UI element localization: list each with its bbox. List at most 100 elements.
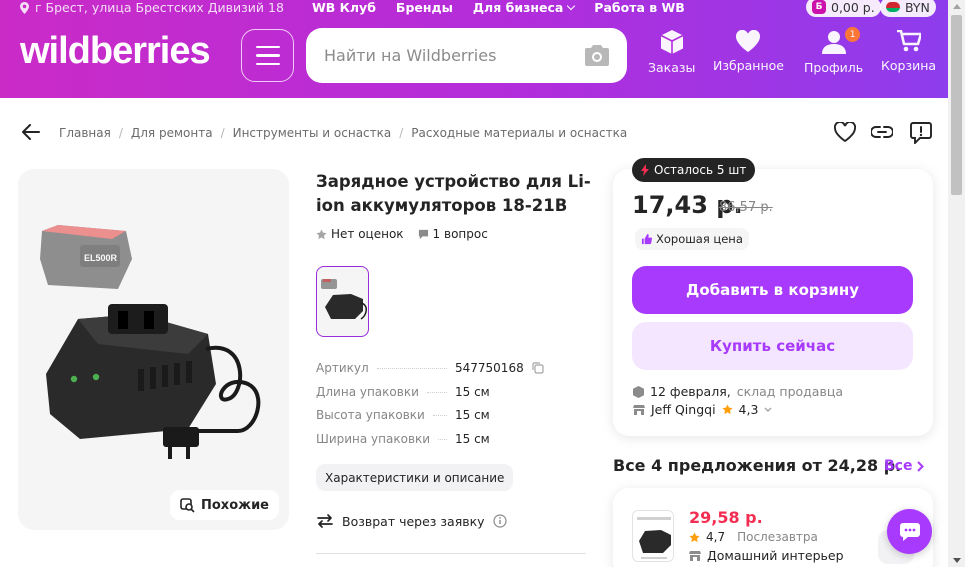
offer-seller: Домашний интерьер (689, 548, 844, 563)
top-links: WB Клуб Бренды Для бизнеса Работа в WB (312, 0, 685, 15)
spec-row: Высота упаковки 15 см (316, 408, 586, 432)
site-header: г Брест, улица Брестских Дивизий 18 WB К… (0, 0, 948, 98)
breadcrumb-item[interactable]: Для ремонта (131, 126, 213, 140)
info-icon[interactable] (492, 514, 507, 528)
star-icon (316, 228, 327, 239)
offer-price: 29,58 р. (689, 508, 763, 527)
spec-value-cell: 547750168 (455, 361, 544, 375)
location-pin-icon (20, 1, 29, 14)
spec-value: 547750168 (455, 361, 524, 375)
breadcrumb-separator: / (118, 126, 123, 140)
vertical-scrollbar[interactable] (948, 0, 965, 567)
nav-cart[interactable]: Корзина (881, 30, 936, 73)
question-icon (418, 229, 428, 239)
store-icon (633, 404, 645, 415)
offer-rating-value: 4,7 (706, 530, 726, 544)
spec-value: 15 см (455, 384, 490, 399)
currency-selector[interactable]: BYN (880, 0, 936, 17)
all-offers-label: Все (884, 458, 913, 474)
delivery-source: склад продавца (736, 384, 843, 399)
lightning-icon (641, 164, 649, 176)
menu-icon-line (255, 62, 280, 66)
link-business-label: Для бизнеса (472, 0, 564, 15)
link-brands[interactable]: Бренды (396, 0, 453, 15)
rating-text: Нет оценок (331, 227, 404, 241)
search-input[interactable] (324, 46, 574, 65)
spec-leader (426, 391, 447, 393)
menu-button[interactable] (241, 29, 294, 82)
favorite-heart-icon[interactable] (834, 122, 856, 142)
similar-search-icon (180, 497, 195, 513)
top-bar: г Брест, улица Брестских Дивизий 18 WB К… (0, 0, 948, 17)
store-icon (689, 550, 701, 561)
nav-cart-label: Корзина (881, 58, 937, 73)
chat-button[interactable] (887, 509, 932, 554)
back-arrow-icon[interactable] (22, 124, 40, 140)
link-business[interactable]: Для бизнеса (472, 0, 576, 15)
report-icon[interactable] (910, 122, 932, 144)
breadcrumb-item[interactable]: Инструменты и оснастка (233, 126, 392, 140)
share-link-icon[interactable] (871, 124, 893, 140)
offer-delivery: Послезавтра (737, 530, 818, 544)
nav-orders-label: Заказы (648, 60, 696, 75)
scroll-down-arrow-icon[interactable] (953, 558, 961, 563)
return-policy: Возврат через заявку (316, 513, 507, 529)
good-price-badge: Хорошая цена (635, 228, 749, 250)
location-link[interactable]: г Брест, улица Брестских Дивизий 18 (20, 0, 284, 15)
product-title: Зарядное устройство для Li-ion аккумулят… (316, 172, 591, 215)
offers-title: Все 4 предложения от 24,28 р. (613, 456, 902, 475)
logo[interactable]: wildberries (20, 30, 211, 73)
balance-value: 0,00 р. (831, 0, 875, 15)
thumbnail-image (321, 279, 367, 320)
nav-favorites[interactable]: Избранное (713, 30, 784, 73)
scrollbar-thumb[interactable] (951, 15, 962, 195)
seller-info[interactable]: Jeff Qingqi 4,3 (633, 402, 772, 417)
product-image[interactable]: EL500R Похожие (18, 169, 289, 530)
spec-key-cell: Высота упаковки (316, 408, 455, 422)
breadcrumb-item[interactable]: Расходные материалы и оснастка (411, 126, 627, 140)
stock-text: Осталось 5 шт (654, 163, 747, 177)
nav-favorites-label: Избранное (713, 58, 784, 73)
all-offers-link[interactable]: Все (884, 458, 925, 474)
spec-key: Артикул (316, 361, 369, 375)
spec-row: Артикул 547750168 (316, 361, 586, 385)
spec-key-cell: Ширина упаковки (316, 432, 455, 446)
spec-value: 15 см (455, 408, 490, 422)
cart-icon (896, 30, 921, 52)
nav-profile[interactable]: Профиль 1 (804, 27, 863, 75)
box-icon (660, 30, 683, 54)
balance-pill[interactable]: Б 0,00 р. (806, 0, 881, 17)
seller-rating: 4,3 (738, 402, 759, 417)
link-jobs[interactable]: Работа в WB (594, 0, 685, 15)
add-to-cart-button[interactable]: Добавить в корзину (632, 266, 913, 314)
link-wb-club[interactable]: WB Клуб (312, 0, 376, 15)
copy-icon[interactable] (532, 362, 544, 374)
questions-link[interactable]: 1 вопрос (418, 227, 488, 241)
breadcrumb-item[interactable]: Главная (59, 126, 111, 140)
similar-button[interactable]: Похожие (170, 490, 279, 520)
rating-link[interactable]: Нет оценок (316, 227, 404, 241)
breadcrumb-separator: / (220, 126, 225, 140)
specs-table: Артикул 547750168 Длина упаковки 15 см В… (316, 361, 586, 455)
scroll-up-arrow-icon[interactable] (953, 4, 961, 9)
currency-value: BYN (905, 0, 930, 15)
nav-orders[interactable]: Заказы (648, 30, 695, 75)
spec-row: Длина упаковки 15 см (316, 385, 586, 409)
breadcrumb: Главная / Для ремонта / Инструменты и ос… (59, 126, 627, 140)
balance-badge-icon: Б (812, 0, 826, 14)
return-text: Возврат через заявку (342, 513, 485, 529)
battery-image: EL500R (40, 225, 132, 289)
spec-key: Длина упаковки (316, 384, 419, 399)
thumbs-up-icon (641, 233, 652, 244)
delivery-info: 12 февраля, склад продавца (633, 384, 843, 399)
image-thumbnail[interactable] (316, 266, 369, 337)
product-meta: Нет оценок 1 вопрос (316, 227, 488, 241)
spec-leader (432, 415, 447, 416)
camera-icon[interactable] (585, 45, 609, 66)
spec-row: Ширина упаковки 15 см (316, 432, 586, 456)
details-button[interactable]: Характеристики и описание (316, 464, 514, 491)
profile-icon (821, 31, 846, 54)
search-box (306, 28, 627, 83)
buy-now-button[interactable]: Купить сейчас (632, 322, 913, 370)
battery-label: EL500R (84, 253, 118, 263)
